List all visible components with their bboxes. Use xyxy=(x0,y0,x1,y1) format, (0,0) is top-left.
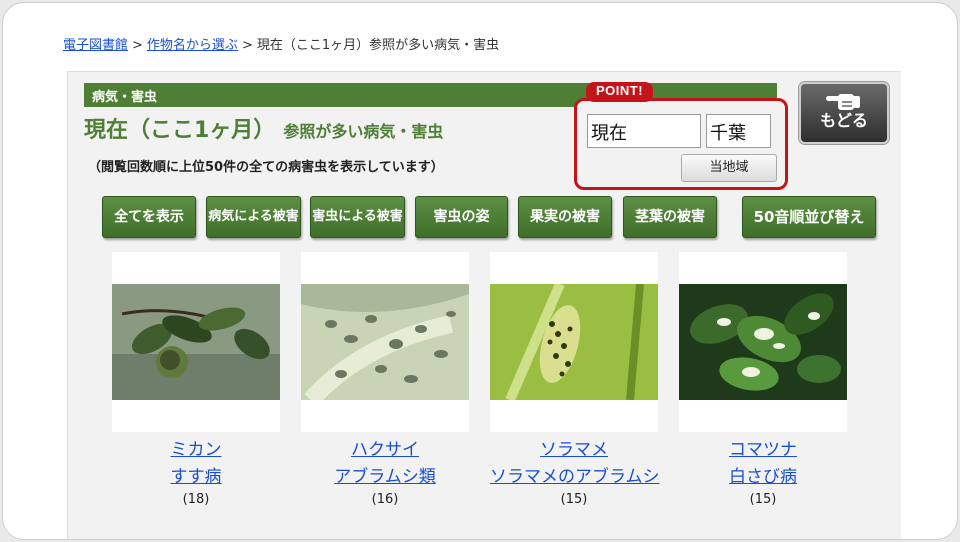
period-select[interactable]: 現在 xyxy=(587,114,701,148)
region-select[interactable]: 千葉 xyxy=(706,114,771,148)
disease-link[interactable]: すす病 xyxy=(112,462,280,487)
breadcrumb-link-library[interactable]: 電子図書館 xyxy=(63,38,128,53)
local-area-button[interactable]: 当地域 xyxy=(681,154,777,182)
view-count: (15) xyxy=(560,492,588,507)
cabbage-aphid-photo xyxy=(301,284,469,400)
point-badge: POINT! xyxy=(586,82,654,102)
breadcrumb-separator: > xyxy=(132,38,143,53)
komatsuna-white-rust-photo xyxy=(679,284,847,400)
sort-alphabetical-button[interactable]: 50音順並び替え xyxy=(742,196,876,238)
citrus-sooty-mold-photo xyxy=(112,284,280,400)
content-panel: 病気・害虫 現在（ここ1ヶ月） 参照が多い病気・害虫 （閲覧回数順に上位50件の全… xyxy=(67,71,901,539)
breadcrumb: 電子図書館 > 作物名から選ぶ > 現在（ここ1ヶ月）参照が多い病気・害虫 xyxy=(63,34,499,53)
disease-link[interactable]: ソラマメのアブラムシ xyxy=(490,462,660,487)
back-button-label: もどる xyxy=(820,111,868,130)
breadcrumb-separator: > xyxy=(241,38,253,53)
page-title: 現在（ここ1ヶ月） 参照が多い病気・害虫 xyxy=(84,112,443,144)
broad-bean-aphid-photo xyxy=(490,284,658,400)
crop-link[interactable]: ハクサイ xyxy=(301,435,469,460)
screenshot-frame: 電子図書館 > 作物名から選ぶ > 現在（ここ1ヶ月）参照が多い病気・害虫 病気・害虫 … xyxy=(2,2,958,540)
breadcrumb-current: 現在（ここ1ヶ月）参照が多い病気・害虫 xyxy=(256,38,500,53)
pest-thumbnail[interactable] xyxy=(112,252,280,432)
filter-fruit-damage-button[interactable]: 果実の被害 xyxy=(518,196,612,238)
page-title-sub: 参照が多い病気・害虫 xyxy=(283,122,444,141)
crop-link[interactable]: コマツナ xyxy=(679,435,847,460)
filter-pest-damage-button[interactable]: 害虫による被害 xyxy=(310,196,405,238)
pest-thumbnail[interactable] xyxy=(490,252,658,432)
filter-show-all-button[interactable]: 全てを表示 xyxy=(102,196,196,238)
view-count: (15) xyxy=(749,492,777,507)
view-count: (16) xyxy=(371,492,399,507)
view-count: (18) xyxy=(182,492,210,507)
filter-pest-appearance-button[interactable]: 害虫の姿 xyxy=(415,196,508,238)
page-title-main: 現在（ここ1ヶ月） xyxy=(84,118,276,143)
crop-link[interactable]: ソラマメ xyxy=(490,435,658,460)
back-button[interactable]: もどる xyxy=(799,82,889,144)
disease-link[interactable]: アブラムシ類 xyxy=(301,462,469,487)
pointing-hand-icon xyxy=(826,94,860,110)
crop-link[interactable]: ミカン xyxy=(112,435,280,460)
filter-foliage-damage-button[interactable]: 茎葉の被害 xyxy=(623,196,717,238)
ranking-note: （閲覧回数順に上位50件の全ての病害虫を表示しています） xyxy=(88,160,444,175)
pest-thumbnail[interactable] xyxy=(679,252,847,432)
breadcrumb-link-by-crop[interactable]: 作物名から選ぶ xyxy=(147,38,238,53)
filter-disease-damage-button[interactable]: 病気による被害 xyxy=(206,196,301,238)
disease-link[interactable]: 白さび病 xyxy=(679,462,847,487)
pest-thumbnail[interactable] xyxy=(301,252,469,432)
